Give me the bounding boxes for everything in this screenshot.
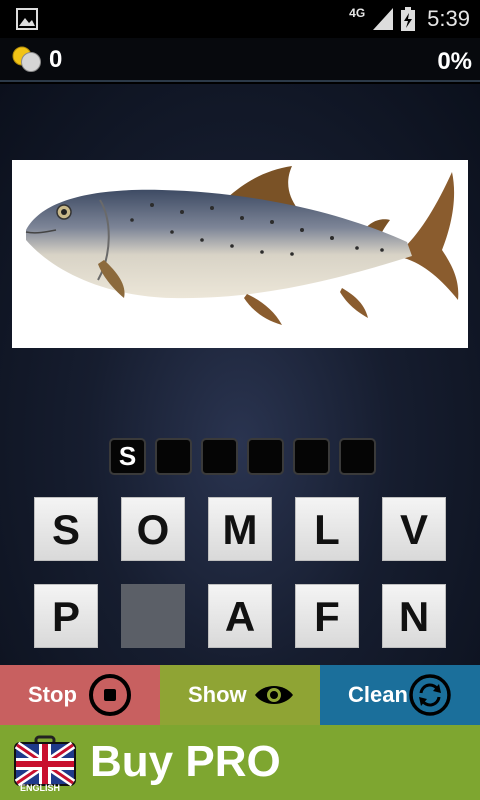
letter-tile[interactable]: L xyxy=(295,497,359,561)
letter-tile[interactable]: V xyxy=(382,497,446,561)
clean-label: Clean xyxy=(348,682,408,707)
letter-tile[interactable]: S xyxy=(34,497,98,561)
salmon-fish-image xyxy=(25,166,459,325)
letter-tile[interactable]: A xyxy=(208,584,272,648)
letter-tile[interactable]: P xyxy=(34,584,98,648)
language-label: ENGLISH xyxy=(20,783,61,793)
letter-tile[interactable]: N xyxy=(382,584,446,648)
clock: 5:39 xyxy=(427,6,470,31)
letter-tile[interactable]: M xyxy=(208,497,272,561)
answer-slot[interactable] xyxy=(339,438,376,475)
action-bar: Stop Show Clean xyxy=(0,665,480,725)
signal-icon xyxy=(373,8,394,30)
answer-slot[interactable]: S xyxy=(109,438,146,475)
show-label: Show xyxy=(188,682,247,707)
network-type: 4G xyxy=(349,6,366,20)
status-bar: 4G 5:39 xyxy=(0,0,480,38)
eye-icon xyxy=(255,686,293,704)
letter-tiles: S O M L V P A F N xyxy=(34,497,454,671)
answer-slots: S xyxy=(109,438,376,475)
stop-button[interactable]: Stop xyxy=(0,665,160,725)
letter-tile-used xyxy=(121,584,185,648)
score-bar: 0 0% xyxy=(0,38,480,82)
letter-tile[interactable]: F xyxy=(295,584,359,648)
stop-label: Stop xyxy=(28,682,77,707)
letter-row: P A F N xyxy=(34,584,454,648)
puzzle-area: S S O M L V P A F N xyxy=(0,84,480,665)
answer-slot[interactable] xyxy=(247,438,284,475)
show-button[interactable]: Show xyxy=(160,665,320,725)
answer-slot[interactable] xyxy=(201,438,238,475)
refresh-icon xyxy=(409,674,451,716)
stop-icon xyxy=(89,674,131,716)
letter-row: S O M L V xyxy=(34,497,454,561)
puzzle-picture xyxy=(12,160,468,348)
image-notification-icon xyxy=(16,8,38,30)
buy-pro-text: Buy PRO xyxy=(90,737,281,786)
progress-percent: 0% xyxy=(437,48,472,75)
letter-tile[interactable]: O xyxy=(121,497,185,561)
coins-icon xyxy=(12,46,41,72)
battery-icon xyxy=(401,7,416,31)
answer-slot[interactable] xyxy=(293,438,330,475)
buy-pro-banner[interactable]: ENGLISH Buy PRO xyxy=(0,725,480,800)
answer-slot[interactable] xyxy=(155,438,192,475)
coin-count: 0 xyxy=(49,46,63,73)
clean-button[interactable]: Clean xyxy=(320,665,480,725)
